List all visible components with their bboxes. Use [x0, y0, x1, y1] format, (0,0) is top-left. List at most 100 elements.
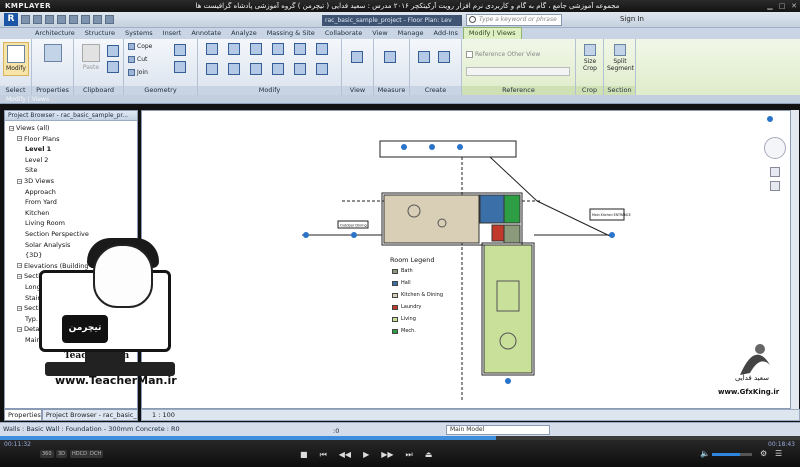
open-icon[interactable]: [21, 15, 30, 24]
pin-icon[interactable]: [294, 63, 306, 75]
expand-icon[interactable]: −: [17, 305, 22, 311]
play-icon[interactable]: ▶: [363, 450, 369, 460]
rewind-icon[interactable]: ◀◀: [339, 450, 351, 460]
pan-icon[interactable]: [770, 181, 780, 191]
expand-icon[interactable]: −: [17, 326, 22, 332]
tab-collaborate[interactable]: Collaborate: [320, 28, 367, 39]
tab-massing-site[interactable]: Massing & Site: [262, 28, 320, 39]
browser-item[interactable]: Living Room: [25, 219, 65, 227]
browser-item[interactable]: Kitchen: [25, 209, 49, 217]
create-assembly-icon[interactable]: [418, 51, 430, 63]
measure-tool-icon[interactable]: [384, 51, 396, 63]
browser-item[interactable]: Approach: [25, 188, 56, 196]
browser-item[interactable]: −3D Views: [17, 177, 54, 185]
eject-icon[interactable]: ⏏: [425, 450, 433, 460]
trim-icon[interactable]: [206, 63, 218, 75]
cut-button[interactable]: Cut: [128, 56, 147, 63]
browser-item[interactable]: − Floor Plans: [17, 135, 59, 143]
browser-item[interactable]: Site: [25, 166, 37, 174]
rotate-icon[interactable]: [316, 43, 328, 55]
tab-project-browser[interactable]: Project Browser - rac_basic_...: [41, 409, 138, 421]
tab-architecture[interactable]: Architecture: [30, 28, 80, 39]
browser-item[interactable]: Section Perspective: [25, 230, 89, 238]
delete-icon[interactable]: [316, 63, 328, 75]
select-panel-label[interactable]: Select: [0, 86, 31, 95]
split-icon[interactable]: [228, 63, 240, 75]
expand-icon[interactable]: −: [9, 125, 14, 131]
cope-button[interactable]: Cope: [128, 43, 152, 50]
move-icon[interactable]: [272, 43, 284, 55]
browser-item[interactable]: Level 2: [25, 156, 48, 164]
application-menu-button[interactable]: R: [4, 13, 18, 26]
mirror-icon[interactable]: [250, 43, 262, 55]
expand-icon[interactable]: −: [17, 178, 22, 184]
create-group-icon[interactable]: [438, 51, 450, 63]
reference-other-view-checkbox[interactable]: Reference Other View: [466, 51, 540, 58]
tab-properties[interactable]: Properties: [4, 409, 42, 421]
scale-icon[interactable]: [272, 63, 284, 75]
expand-icon[interactable]: −: [17, 136, 22, 142]
expand-icon[interactable]: −: [17, 273, 22, 279]
volume-slider[interactable]: [712, 453, 752, 456]
tab-modify-views[interactable]: Modify | Views: [462, 27, 522, 39]
array-icon[interactable]: [250, 63, 262, 75]
navigation-wheel-icon[interactable]: [764, 137, 786, 159]
canvas-vertical-scrollbar[interactable]: [791, 110, 799, 409]
measure-icon[interactable]: [81, 15, 90, 24]
stop-icon[interactable]: ■: [300, 450, 308, 460]
copy-icon[interactable]: [294, 43, 306, 55]
browser-item[interactable]: Level 1: [25, 145, 51, 153]
tag-dch[interactable]: DCH: [88, 450, 104, 458]
paste-button[interactable]: Paste: [78, 42, 104, 76]
active-model-select[interactable]: Main Model: [446, 425, 550, 435]
tab-annotate[interactable]: Annotate: [186, 28, 226, 39]
print-icon[interactable]: [69, 15, 78, 24]
browser-item[interactable]: − Views (all): [9, 124, 50, 132]
align-icon[interactable]: [206, 43, 218, 55]
volume-icon[interactable]: 🔈: [700, 449, 710, 458]
zoom-icon[interactable]: [770, 167, 780, 177]
tab-analyze[interactable]: Analyze: [226, 28, 262, 39]
playlist-icon[interactable]: ☰: [775, 449, 782, 458]
cut-clipboard-icon[interactable]: [107, 45, 119, 57]
drawing-canvas[interactable]: Outdoor Dining Main Kitchen ENTRANCE: [141, 110, 791, 409]
tab-manage[interactable]: Manage: [393, 28, 429, 39]
text-icon[interactable]: [93, 15, 102, 24]
join-button[interactable]: Join: [128, 69, 148, 76]
search-input[interactable]: Type a keyword or phrase: [466, 14, 562, 26]
tab-structure[interactable]: Structure: [80, 28, 120, 39]
close-icon[interactable]: ✕: [788, 2, 800, 10]
redo-icon[interactable]: [57, 15, 66, 24]
modify-button[interactable]: Modify: [3, 42, 29, 76]
paint-icon[interactable]: [174, 61, 186, 73]
size-crop-button[interactable]: Size Crop: [577, 42, 603, 76]
settings-icon[interactable]: ⚙: [760, 449, 767, 458]
tab-add-ins[interactable]: Add-Ins: [429, 28, 463, 39]
tab-systems[interactable]: Systems: [120, 28, 158, 39]
3d-view-icon[interactable]: [105, 15, 114, 24]
save-icon[interactable]: [33, 15, 42, 24]
forward-icon[interactable]: ▶▶: [381, 450, 393, 460]
tab-view[interactable]: View: [367, 28, 392, 39]
wall-joins-icon[interactable]: [174, 44, 186, 56]
minimize-icon[interactable]: ▁: [764, 2, 776, 10]
reference-view-select[interactable]: [466, 67, 570, 76]
offset-icon[interactable]: [228, 43, 240, 55]
tag-hdcd[interactable]: HDCD: [70, 450, 89, 458]
expand-icon[interactable]: −: [17, 263, 22, 269]
sign-in-link[interactable]: Sign In: [620, 15, 644, 23]
view-scale[interactable]: 1 : 100: [152, 411, 175, 419]
undo-icon[interactable]: [45, 15, 54, 24]
tag-3d[interactable]: 3D: [56, 450, 68, 458]
tab-insert[interactable]: Insert: [158, 28, 187, 39]
properties-button[interactable]: [40, 42, 66, 76]
next-icon[interactable]: ⏭: [406, 450, 413, 460]
browser-item[interactable]: From Yard: [25, 198, 57, 206]
copy-clipboard-icon[interactable]: [107, 61, 119, 73]
maximize-icon[interactable]: □: [776, 2, 788, 10]
previous-icon[interactable]: ⏮: [320, 450, 327, 460]
seek-bar[interactable]: [0, 436, 800, 440]
split-segment-button[interactable]: Split Segment: [607, 42, 634, 76]
hide-in-view-icon[interactable]: [351, 51, 363, 63]
tag-360[interactable]: 360: [40, 450, 54, 458]
